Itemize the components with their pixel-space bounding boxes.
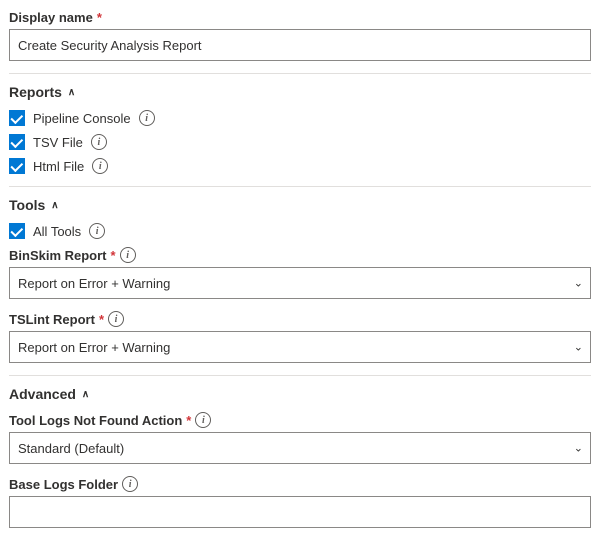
- base-logs-label-text: Base Logs Folder: [9, 477, 118, 492]
- tools-chevron-icon[interactable]: ∧: [51, 200, 58, 211]
- tool-logs-select[interactable]: Standard (Default) Error Warning Ignore: [9, 432, 591, 464]
- reports-chevron-icon[interactable]: ∧: [68, 87, 75, 98]
- binskim-select-wrapper: Report on Error + Warning Report on Erro…: [9, 267, 591, 299]
- tools-title: Tools: [9, 197, 45, 213]
- tools-section: Tools ∧ All Tools i BinSkim Report * i R…: [9, 197, 591, 363]
- all-tools-checkbox[interactable]: [9, 223, 25, 239]
- tslint-label: TSLint Report * i: [9, 311, 591, 327]
- tslint-select-wrapper: Report on Error + Warning Report on Erro…: [9, 331, 591, 363]
- binskim-group: BinSkim Report * i Report on Error + War…: [9, 247, 591, 299]
- display-name-input[interactable]: [9, 29, 591, 61]
- html-file-row: Html File i: [9, 158, 591, 174]
- binskim-select[interactable]: Report on Error + Warning Report on Erro…: [9, 267, 591, 299]
- advanced-header: Advanced ∧: [9, 386, 591, 402]
- tool-logs-required: *: [186, 413, 191, 428]
- all-tools-info-icon[interactable]: i: [89, 223, 105, 239]
- binskim-label-text: BinSkim Report: [9, 248, 107, 263]
- binskim-label: BinSkim Report * i: [9, 247, 591, 263]
- display-name-label-text: Display name: [9, 10, 93, 25]
- tslint-group: TSLint Report * i Report on Error + Warn…: [9, 311, 591, 363]
- binskim-required: *: [111, 248, 116, 263]
- base-logs-info-icon[interactable]: i: [122, 476, 138, 492]
- base-logs-input[interactable]: [9, 496, 591, 528]
- form-container: Display name * Reports ∧ Pipeline Consol…: [5, 10, 595, 528]
- reports-header: Reports ∧: [9, 84, 591, 100]
- html-file-label: Html File: [33, 159, 84, 174]
- all-tools-row: All Tools i: [9, 223, 591, 239]
- display-name-group: Display name *: [9, 10, 591, 61]
- html-file-checkbox[interactable]: [9, 158, 25, 174]
- tsv-file-checkbox[interactable]: [9, 134, 25, 150]
- tslint-label-text: TSLint Report: [9, 312, 95, 327]
- reports-title: Reports: [9, 84, 62, 100]
- advanced-section: Advanced ∧ Tool Logs Not Found Action * …: [9, 386, 591, 528]
- pipeline-console-label: Pipeline Console: [33, 111, 131, 126]
- pipeline-console-checkbox[interactable]: [9, 110, 25, 126]
- divider-advanced: [9, 375, 591, 376]
- tool-logs-group: Tool Logs Not Found Action * i Standard …: [9, 412, 591, 464]
- tsv-file-row: TSV File i: [9, 134, 591, 150]
- advanced-title: Advanced: [9, 386, 76, 402]
- tools-header: Tools ∧: [9, 197, 591, 213]
- divider-reports: [9, 73, 591, 74]
- display-name-label: Display name *: [9, 10, 591, 25]
- tslint-info-icon[interactable]: i: [108, 311, 124, 327]
- tslint-required: *: [99, 312, 104, 327]
- tsv-file-label: TSV File: [33, 135, 83, 150]
- base-logs-group: Base Logs Folder i: [9, 476, 591, 528]
- all-tools-label: All Tools: [33, 224, 81, 239]
- tool-logs-info-icon[interactable]: i: [195, 412, 211, 428]
- display-name-required: *: [97, 10, 102, 25]
- reports-section: Reports ∧ Pipeline Console i TSV File i …: [9, 84, 591, 174]
- divider-tools: [9, 186, 591, 187]
- pipeline-console-row: Pipeline Console i: [9, 110, 591, 126]
- base-logs-label: Base Logs Folder i: [9, 476, 591, 492]
- tool-logs-label: Tool Logs Not Found Action * i: [9, 412, 591, 428]
- advanced-chevron-icon[interactable]: ∧: [82, 389, 89, 400]
- tool-logs-select-wrapper: Standard (Default) Error Warning Ignore …: [9, 432, 591, 464]
- tslint-select[interactable]: Report on Error + Warning Report on Erro…: [9, 331, 591, 363]
- binskim-info-icon[interactable]: i: [120, 247, 136, 263]
- html-file-info-icon[interactable]: i: [92, 158, 108, 174]
- tool-logs-label-text: Tool Logs Not Found Action: [9, 413, 182, 428]
- pipeline-console-info-icon[interactable]: i: [139, 110, 155, 126]
- tsv-file-info-icon[interactable]: i: [91, 134, 107, 150]
